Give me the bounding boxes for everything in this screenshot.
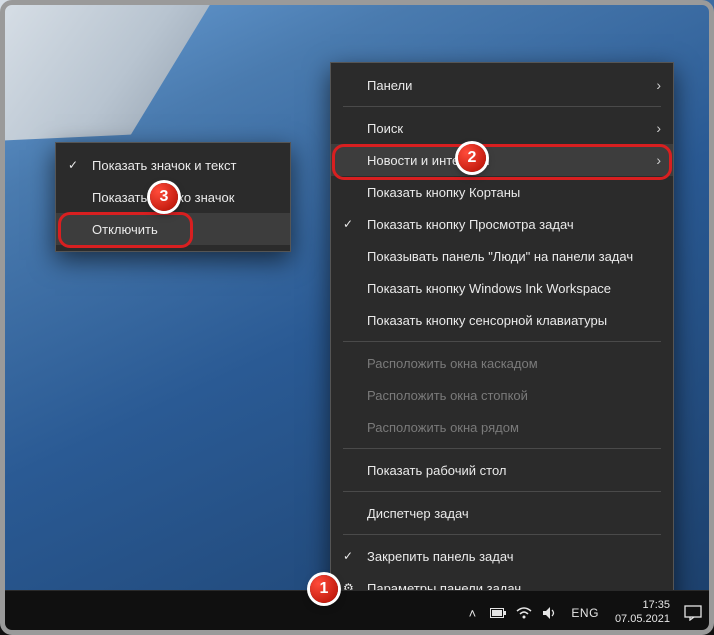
bubble-number: 3 [160,188,169,206]
volume-icon[interactable] [541,607,559,619]
menu-label: Расположить окна стопкой [367,388,528,403]
menu-show-desktop[interactable]: Показать рабочий стол [331,454,673,486]
menu-label: Закрепить панель задач [367,549,514,564]
menu-side-by-side: Расположить окна рядом [331,411,673,443]
battery-icon[interactable] [489,608,507,618]
chevron-right-icon: › [656,77,661,93]
menu-label: Расположить окна рядом [367,420,519,435]
menu-label: Показать кнопку Кортаны [367,185,520,200]
clock-date: 07.05.2021 [615,613,670,627]
check-icon: ✓ [68,158,78,172]
annotation-bubble-1: 1 [310,575,338,603]
tray-overflow-icon[interactable]: ˄ [463,606,481,621]
separator [343,106,661,107]
taskbar-context-menu: Панели › Поиск › Новости и интересы › По… [330,62,674,611]
menu-people-bar[interactable]: Показывать панель "Люди" на панели задач [331,240,673,272]
language-indicator[interactable]: ENG [571,606,599,620]
menu-label: Расположить окна каскадом [367,356,538,371]
clock-time: 17:35 [642,599,670,613]
separator [343,534,661,535]
menu-cascade-windows: Расположить окна каскадом [331,347,673,379]
menu-label: Отключить [92,222,158,237]
menu-label: Показать кнопку Просмотра задач [367,217,574,232]
submenu-show-icon-text[interactable]: ✓ Показать значок и текст [56,149,290,181]
menu-label: Панели [367,78,412,93]
menu-ink-workspace[interactable]: Показать кнопку Windows Ink Workspace [331,272,673,304]
menu-panels[interactable]: Панели › [331,69,673,101]
separator [343,341,661,342]
menu-taskview-button[interactable]: ✓ Показать кнопку Просмотра задач [331,208,673,240]
menu-cortana-button[interactable]: Показать кнопку Кортаны [331,176,673,208]
menu-label: Показывать панель "Люди" на панели задач [367,249,633,264]
wifi-icon[interactable] [515,607,533,619]
menu-label: Показать кнопку сенсорной клавиатуры [367,313,607,328]
menu-task-manager[interactable]: Диспетчер задач [331,497,673,529]
menu-stack-windows: Расположить окна стопкой [331,379,673,411]
annotation-bubble-2: 2 [458,144,486,172]
menu-label: Показать значок и текст [92,158,236,173]
check-icon: ✓ [343,549,353,563]
menu-label: Показать рабочий стол [367,463,506,478]
bubble-number: 2 [468,149,477,167]
menu-label: Диспетчер задач [367,506,469,521]
menu-label: Показать кнопку Windows Ink Workspace [367,281,611,296]
menu-news-interests[interactable]: Новости и интересы › [331,144,673,176]
check-icon: ✓ [343,217,353,231]
menu-search[interactable]: Поиск › [331,112,673,144]
action-center-icon[interactable] [682,602,704,624]
chevron-right-icon: › [656,120,661,136]
menu-touch-keyboard[interactable]: Показать кнопку сенсорной клавиатуры [331,304,673,336]
taskbar-clock[interactable]: 17:35 07.05.2021 [615,599,670,627]
taskbar[interactable]: ˄ ENG 17:35 07.05.2021 [0,590,714,635]
submenu-disable[interactable]: Отключить [56,213,290,245]
separator [343,448,661,449]
menu-lock-taskbar[interactable]: ✓ Закрепить панель задач [331,540,673,572]
annotation-bubble-3: 3 [150,183,178,211]
chevron-right-icon: › [656,152,661,168]
menu-label: Поиск [367,121,403,136]
bubble-number: 1 [320,580,329,598]
separator [343,491,661,492]
